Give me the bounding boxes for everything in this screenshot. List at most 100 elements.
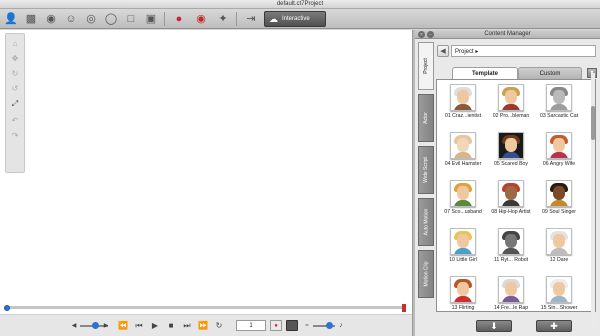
- play-icon[interactable]: ▶: [150, 320, 160, 331]
- frame-icon[interactable]: □: [124, 12, 138, 26]
- redo-icon[interactable]: ↷: [8, 129, 22, 142]
- content-browser: ◀ Project ▸ Template Custom ▼ 01 Craz...…: [436, 42, 598, 336]
- list-item[interactable]: 10 Little Girl: [439, 228, 487, 275]
- actor-thumbnail[interactable]: [498, 84, 524, 111]
- list-item[interactable]: 08 Hip-Hop Artist: [487, 180, 535, 227]
- rewind-icon[interactable]: ⏪: [118, 320, 128, 331]
- loop-icon[interactable]: ↻: [214, 320, 224, 331]
- grid-scrollbar-thumb[interactable]: [591, 106, 595, 140]
- face-icon[interactable]: ☺: [64, 12, 78, 26]
- previous-frame-icon[interactable]: ⏮: [134, 320, 144, 331]
- item-label: 02 Pro...bleman: [492, 113, 530, 119]
- content-manager-title: Content Manager: [484, 31, 531, 37]
- item-label: 01 Craz...ientist: [444, 113, 482, 119]
- item-label: 07 Sco...usband: [444, 209, 482, 215]
- actor-thumbnail[interactable]: [546, 132, 572, 159]
- interactive-button[interactable]: ☁ Interactive: [264, 11, 326, 27]
- head-icon[interactable]: ◉: [44, 12, 58, 26]
- actor-thumbnail[interactable]: [546, 276, 572, 303]
- move-icon[interactable]: ⌂: [8, 37, 22, 50]
- rotate-icon[interactable]: ↻: [8, 67, 22, 80]
- motion-icon[interactable]: ✦: [216, 12, 230, 26]
- pan-icon[interactable]: ✥: [8, 52, 22, 65]
- actor-icon[interactable]: 👤: [4, 12, 18, 26]
- window-title: default.ct7Project: [276, 1, 324, 7]
- speed-icon: ≈: [305, 322, 309, 329]
- tab-auto-motion[interactable]: Auto Motion: [418, 198, 434, 246]
- actor-thumbnail[interactable]: [498, 228, 524, 255]
- list-item[interactable]: 15 Sin...Shower: [535, 276, 583, 311]
- actor-thumbnail[interactable]: [498, 132, 524, 159]
- item-label: 14 Fre...le Rap: [493, 305, 529, 311]
- list-item[interactable]: 03 Sarcastic Cat: [535, 84, 583, 131]
- list-item[interactable]: 04 Evil Hamster: [439, 132, 487, 179]
- volume-knob[interactable]: [92, 322, 99, 329]
- content-manager-header: × − Content Manager: [415, 30, 600, 39]
- tab-wide-script[interactable]: Wide Script: [418, 146, 434, 194]
- content-manager-panel: × − Content Manager Project Actor Wide S…: [415, 30, 600, 336]
- actor-thumbnail[interactable]: [546, 180, 572, 207]
- list-item[interactable]: 01 Craz...ientist: [439, 84, 487, 131]
- export-icon[interactable]: ⇥: [244, 12, 258, 26]
- tab-actor[interactable]: Actor: [418, 94, 434, 142]
- item-label: 03 Sarcastic Cat: [539, 113, 579, 119]
- tab-label: Auto Motion: [423, 208, 429, 236]
- tab-template[interactable]: Template: [452, 67, 518, 79]
- scene-icon[interactable]: ▩: [24, 12, 38, 26]
- path-field[interactable]: Project ▸: [451, 45, 596, 57]
- rotate-ccw-icon[interactable]: ↺: [8, 82, 22, 95]
- list-item[interactable]: 12 Dare: [535, 228, 583, 275]
- record-icon[interactable]: ◉: [194, 12, 208, 26]
- item-label: 12 Dare: [549, 257, 569, 263]
- actor-thumbnail[interactable]: [450, 228, 476, 255]
- list-item[interactable]: 13 Flirting: [439, 276, 487, 311]
- stage-viewport[interactable]: [28, 33, 408, 325]
- puppet-record-icon[interactable]: ●: [172, 12, 186, 26]
- content-actions: ⬇ ✚: [436, 320, 598, 334]
- add-button[interactable]: ✚: [536, 320, 572, 332]
- stage-panel: ⌂ ✥ ↻ ↺ ⤢ ↶ ↷: [0, 30, 412, 336]
- actor-thumbnail[interactable]: [546, 84, 572, 111]
- timeline-playhead[interactable]: [4, 305, 10, 311]
- list-item[interactable]: 06 Angry Wife: [535, 132, 583, 179]
- record-toggle-button[interactable]: ●: [270, 320, 282, 331]
- lips-icon[interactable]: ◯: [104, 12, 118, 26]
- tab-project[interactable]: Project: [418, 42, 434, 90]
- list-item[interactable]: 09 Soul Singer: [535, 180, 583, 227]
- list-item[interactable]: 11 Ryt... Robot: [487, 228, 535, 275]
- tab-motion-clip[interactable]: Motion Clip: [418, 250, 434, 298]
- list-item[interactable]: 07 Sco...usband: [439, 180, 487, 227]
- actor-thumbnail[interactable]: [546, 228, 572, 255]
- stop-icon[interactable]: ■: [166, 320, 176, 331]
- speed-knob[interactable]: [326, 322, 333, 329]
- timeline-end-marker[interactable]: [402, 304, 406, 312]
- item-label: 04 Evil Hamster: [444, 161, 482, 167]
- toolbar-divider: [164, 12, 165, 26]
- stage-canvas[interactable]: [0, 30, 412, 330]
- undo-icon[interactable]: ↶: [8, 114, 22, 127]
- camera-icon[interactable]: [286, 320, 298, 331]
- fit-icon[interactable]: ⤢: [8, 97, 22, 110]
- next-frame-icon[interactable]: ⏭: [182, 320, 192, 331]
- item-label: 11 Ryt... Robot: [493, 257, 529, 263]
- list-item[interactable]: 14 Fre...le Rap: [487, 276, 535, 311]
- list-item[interactable]: 02 Pro...bleman: [487, 84, 535, 131]
- frame-number-field[interactable]: 1: [236, 320, 266, 331]
- actor-thumbnail[interactable]: [450, 276, 476, 303]
- actor-thumbnail[interactable]: [450, 180, 476, 207]
- timeline-track[interactable]: [6, 306, 406, 309]
- back-button[interactable]: ◀: [437, 45, 449, 57]
- list-item[interactable]: 05 Scared Boy: [487, 132, 535, 179]
- actor-thumbnail[interactable]: [498, 180, 524, 207]
- actor-thumbnail[interactable]: [450, 132, 476, 159]
- actor-thumbnail[interactable]: [498, 276, 524, 303]
- item-label: 10 Little Girl: [449, 257, 477, 263]
- tab-label: Wide Script: [423, 157, 429, 183]
- download-button[interactable]: ⬇: [476, 320, 512, 332]
- tab-label: Actor: [422, 112, 429, 124]
- image-icon[interactable]: ▣: [144, 12, 158, 26]
- tab-custom[interactable]: Custom: [518, 67, 582, 79]
- eye-icon[interactable]: ◎: [84, 12, 98, 26]
- fast-forward-icon[interactable]: ⏩: [198, 320, 208, 331]
- actor-thumbnail[interactable]: [450, 84, 476, 111]
